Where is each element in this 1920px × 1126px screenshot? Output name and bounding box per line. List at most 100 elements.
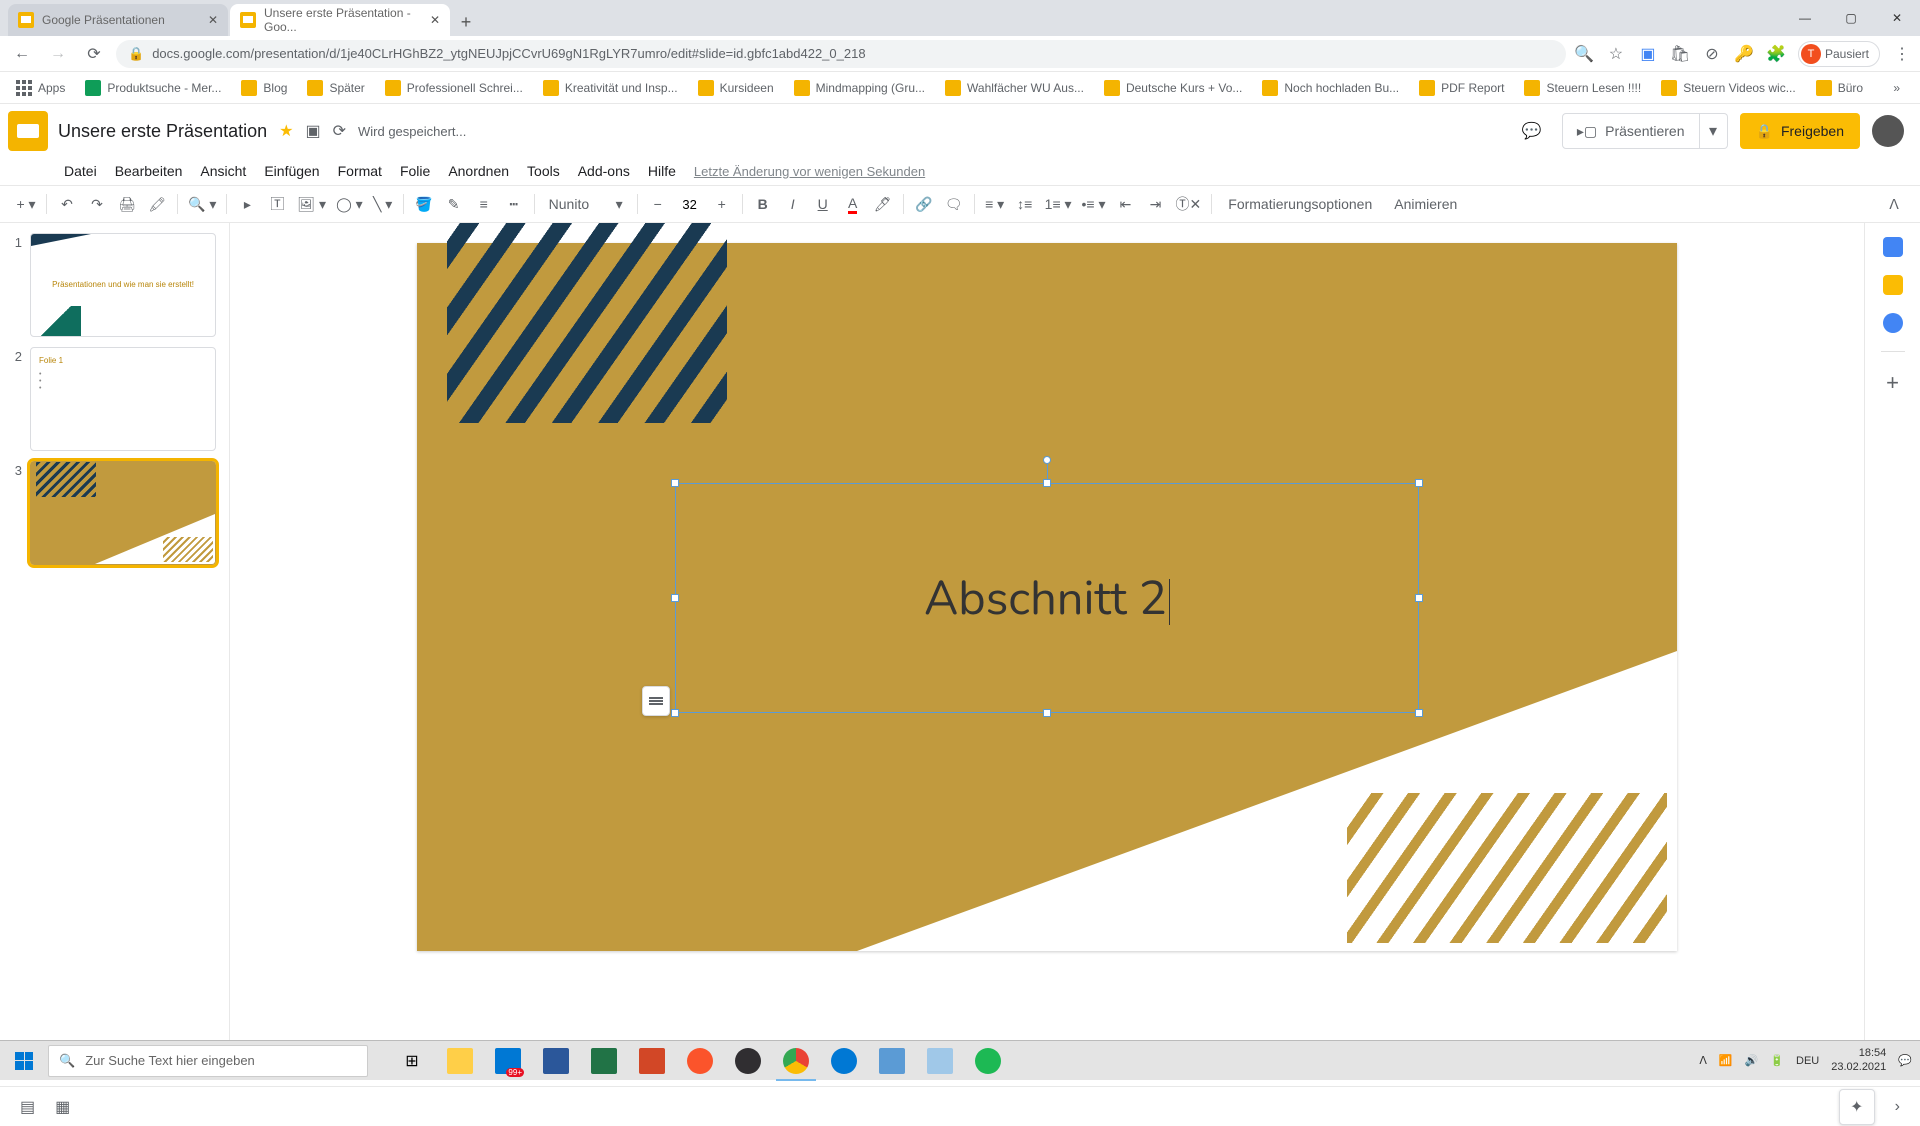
bookmark-item[interactable]: Wahlfächer WU Aus...	[937, 76, 1092, 100]
border-weight-button[interactable]: ≡	[470, 190, 498, 218]
add-addon-icon[interactable]: +	[1886, 370, 1899, 396]
reload-button[interactable]: ⟳	[80, 40, 108, 68]
bookmark-item[interactable]: Büro	[1808, 76, 1871, 100]
slide-thumbnail-3[interactable]	[30, 461, 216, 565]
qr-icon[interactable]: ▣	[1638, 44, 1658, 64]
font-size-inc-button[interactable]: +	[708, 190, 736, 218]
clear-formatting-button[interactable]: Ⓣ✕	[1172, 190, 1206, 218]
underline-button[interactable]: U	[809, 190, 837, 218]
notifications-icon[interactable]: 💬	[1898, 1054, 1912, 1067]
selected-textbox[interactable]: Abschnitt 2	[675, 483, 1419, 713]
extension-icon[interactable]: ⊘	[1702, 44, 1722, 64]
animate-button[interactable]: Animieren	[1384, 190, 1467, 218]
brave-icon[interactable]	[676, 1041, 724, 1081]
bookmark-item[interactable]: Deutsche Kurs + Vo...	[1096, 76, 1250, 100]
document-title[interactable]: Unsere erste Präsentation	[58, 121, 267, 142]
resize-handle[interactable]	[671, 594, 679, 602]
format-options-button[interactable]: Formatierungsoptionen	[1218, 190, 1382, 218]
menu-tools[interactable]: Tools	[519, 159, 568, 183]
bookmark-item[interactable]: Später	[299, 76, 372, 100]
forward-button[interactable]: →	[44, 40, 72, 68]
spotify-icon[interactable]	[964, 1041, 1012, 1081]
browser-tab-2[interactable]: Unsere erste Präsentation - Goo... ✕	[230, 4, 450, 36]
share-button[interactable]: 🔒 Freigeben	[1740, 113, 1860, 149]
align-button[interactable]: ≡ ▾	[981, 190, 1009, 218]
menu-addons[interactable]: Add-ons	[570, 159, 638, 183]
browser-tab-1[interactable]: Google Präsentationen ✕	[8, 4, 228, 36]
grid-view-icon[interactable]: ▦	[55, 1097, 70, 1117]
resize-handle[interactable]	[671, 709, 679, 717]
menu-slide[interactable]: Folie	[392, 159, 438, 183]
paint-format-button[interactable]: 🖍	[143, 190, 171, 218]
maximize-button[interactable]: ▢	[1828, 0, 1874, 36]
highlight-button[interactable]: 🖊	[869, 190, 897, 218]
zoom-icon[interactable]: 🔍	[1574, 44, 1594, 64]
filmstrip-view-icon[interactable]: ▤	[20, 1097, 35, 1117]
resize-handle[interactable]	[1415, 479, 1423, 487]
resize-handle[interactable]	[1415, 594, 1423, 602]
new-tab-button[interactable]: +	[452, 8, 480, 36]
star-icon[interactable]: ★	[279, 121, 293, 141]
keep-icon[interactable]	[1883, 275, 1903, 295]
font-size-input[interactable]	[674, 197, 706, 212]
resize-handle[interactable]	[1043, 479, 1051, 487]
slide-canvas[interactable]: Abschnitt 2	[417, 243, 1677, 951]
notepad-icon[interactable]	[916, 1041, 964, 1081]
line-spacing-button[interactable]: ↕≡	[1011, 190, 1039, 218]
bold-button[interactable]: B	[749, 190, 777, 218]
comments-icon[interactable]: 💬	[1514, 113, 1550, 149]
text-color-button[interactable]: A	[839, 190, 867, 218]
bullet-list-button[interactable]: •≡ ▾	[1078, 190, 1110, 218]
resize-handle[interactable]	[1043, 709, 1051, 717]
fill-color-button[interactable]: 🪣	[410, 190, 438, 218]
textbox-button[interactable]: 🅃	[263, 190, 291, 218]
slide-canvas-area[interactable]: Abschnitt 2	[230, 223, 1864, 1044]
slide-thumbnail-2[interactable]: Folie 1 •••	[30, 347, 216, 451]
bookmark-item[interactable]: Mindmapping (Gru...	[786, 76, 933, 100]
undo-button[interactable]: ↶	[53, 190, 81, 218]
kebab-menu-icon[interactable]: ⋮	[1892, 44, 1912, 64]
obs-icon[interactable]	[724, 1041, 772, 1081]
explore-button[interactable]: ✦	[1839, 1089, 1875, 1125]
rotate-handle[interactable]	[1043, 456, 1051, 464]
bookmark-item[interactable]: Steuern Videos wic...	[1653, 76, 1804, 100]
bookmark-item[interactable]: PDF Report	[1411, 76, 1512, 100]
edge-icon[interactable]	[820, 1041, 868, 1081]
indent-dec-button[interactable]: ⇤	[1112, 190, 1140, 218]
powerpoint-icon[interactable]	[628, 1041, 676, 1081]
zoom-button[interactable]: 🔍 ▾	[184, 190, 220, 218]
border-dash-button[interactable]: ┅	[500, 190, 528, 218]
collapse-toolbar-icon[interactable]: ᐱ	[1880, 190, 1908, 218]
minimize-button[interactable]: —	[1782, 0, 1828, 36]
menu-arrange[interactable]: Anordnen	[440, 159, 517, 183]
chevron-right-icon[interactable]: ›	[1895, 1098, 1900, 1116]
battery-icon[interactable]: 🔋	[1770, 1054, 1784, 1067]
slide-thumbnail-1[interactable]: Präsentationen und wie man sie erstellt!	[30, 233, 216, 337]
tasks-icon[interactable]	[1883, 313, 1903, 333]
bookmark-item[interactable]: Kursideen	[690, 76, 782, 100]
print-button[interactable]: 🖨	[113, 190, 141, 218]
volume-icon[interactable]: 🔊	[1745, 1054, 1759, 1067]
excel-icon[interactable]	[580, 1041, 628, 1081]
menu-file[interactable]: Datei	[56, 159, 105, 183]
textbox-content[interactable]: Abschnitt 2	[924, 566, 1170, 631]
resize-handle[interactable]	[671, 479, 679, 487]
menu-help[interactable]: Hilfe	[640, 159, 684, 183]
redo-button[interactable]: ↷	[83, 190, 111, 218]
tray-chevron-icon[interactable]: ᐱ	[1699, 1054, 1707, 1067]
close-icon[interactable]: ✕	[208, 13, 218, 27]
bookmarks-overflow-icon[interactable]: »	[1881, 81, 1912, 95]
resize-handle[interactable]	[1415, 709, 1423, 717]
comment-button[interactable]: 🗨	[940, 190, 968, 218]
extensions-puzzle-icon[interactable]: 🧩	[1766, 44, 1786, 64]
account-avatar[interactable]	[1872, 115, 1904, 147]
bookmark-item[interactable]: Steuern Lesen !!!!	[1516, 76, 1649, 100]
line-button[interactable]: ╲ ▾	[369, 190, 397, 218]
calendar-icon[interactable]	[1883, 237, 1903, 257]
mail-icon[interactable]: 99+	[484, 1041, 532, 1081]
clock[interactable]: 18:5423.02.2021	[1831, 1047, 1886, 1073]
bookmark-item[interactable]: Blog	[233, 76, 295, 100]
font-size-dec-button[interactable]: −	[644, 190, 672, 218]
url-input[interactable]: 🔒 docs.google.com/presentation/d/1je40CL…	[116, 40, 1566, 68]
taskbar-search[interactable]: 🔍Zur Suche Text hier eingeben	[48, 1045, 368, 1077]
